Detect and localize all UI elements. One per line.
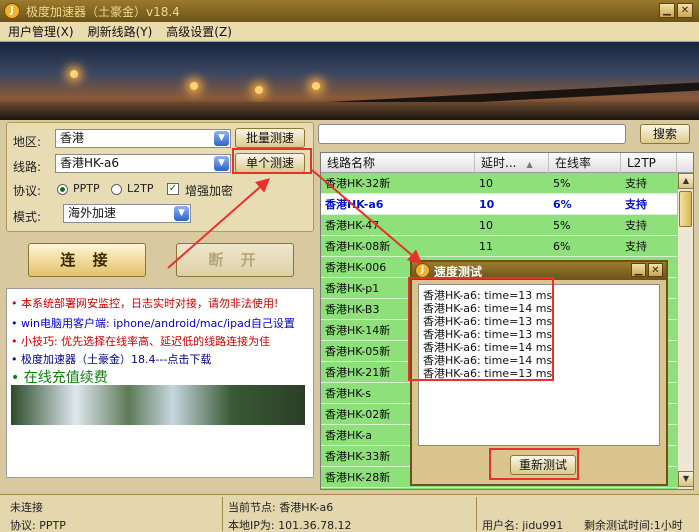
col-l2tp[interactable]: L2TP	[621, 153, 677, 173]
mode-label: 模式:	[13, 210, 42, 224]
pptp-label: PPTP	[73, 182, 100, 195]
window-title: 极度加速器（土豪金）v18.4	[26, 4, 180, 19]
cell-l2tp	[621, 488, 677, 489]
speed-test-dialog: J 速度测试 ▁ ✕ 香港HK-a6: time=13 ms 香港HK-a6: t…	[410, 260, 668, 486]
col-route-name[interactable]: 线路名称	[321, 153, 475, 173]
enhanced-encryption-checkbox[interactable]: ✓	[167, 183, 179, 195]
connection-status: 未连接	[10, 501, 43, 514]
table-row[interactable]: 香港HK-08新 11 6% 支持	[321, 236, 677, 257]
cell-route-name: 香港HK-32新	[325, 177, 391, 190]
menu-advanced-settings[interactable]: 高级设置(Z)	[166, 23, 232, 40]
cell-online-rate: 6%	[553, 198, 572, 211]
app-logo-icon: J	[4, 3, 20, 19]
notice-monitoring: • 本系统部署网安监控，日志实时对接，请勿非法使用!	[11, 297, 279, 310]
cell-online-rate: 5%	[553, 177, 571, 190]
l2tp-label: L2TP	[127, 182, 154, 195]
table-row[interactable]: 香港HK-32新 10 5% 支持	[321, 173, 677, 194]
speed-results-box: 香港HK-a6: time=13 ms 香港HK-a6: time=14 ms 香港…	[418, 284, 660, 446]
table-row[interactable]: 香港HK-a6 10 6% 支持	[321, 194, 677, 215]
disconnect-button[interactable]: 断 开	[176, 243, 294, 277]
cell-route-name: 香港HK-a6	[325, 198, 384, 211]
app-logo-icon: J	[415, 263, 430, 278]
pptp-radio[interactable]	[57, 184, 68, 195]
status-bar: 未连接 协议: PPTP 当前节点: 香港HK-a6 本地IP为: 101.36…	[0, 494, 699, 532]
sort-up-icon: ▲	[526, 160, 533, 169]
cell-latency: 11	[479, 240, 493, 253]
menu-user-manage[interactable]: 用户管理(X)	[8, 23, 74, 40]
status-username: 用户名: jidu991	[482, 519, 564, 532]
notice-panel: • 本系统部署网安监控，日志实时对接，请勿非法使用! • win电脑用客户端: …	[6, 288, 314, 478]
recharge-link[interactable]: • 在线充值续费	[11, 367, 108, 387]
table-header: 线路名称 延时... ▲ 在线率 L2TP	[321, 153, 693, 173]
table-scrollbar[interactable]: ▲ ▼	[677, 173, 693, 489]
route-select[interactable]: 香港HK-a6 ▼	[55, 154, 231, 173]
region-label: 地区:	[13, 135, 42, 149]
connect-button[interactable]: 连 接	[28, 243, 146, 277]
protocol-label: 协议:	[13, 184, 42, 198]
menu-refresh-routes[interactable]: 刷新线路(Y)	[88, 23, 153, 40]
enhanced-encryption-label: 增强加密	[185, 184, 234, 198]
waterfall-ad-image[interactable]	[11, 385, 305, 425]
cell-route-name: 香港HK-47	[325, 219, 380, 232]
cell-l2tp: 支持	[625, 177, 647, 190]
table-row[interactable]: 香港HK-47 10 5% 支持	[321, 215, 677, 236]
region-value: 香港	[60, 131, 85, 145]
cell-latency	[475, 488, 549, 489]
cell-online-rate: 5%	[553, 219, 571, 232]
dropdown-arrow-icon: ▼	[214, 131, 229, 146]
close-button[interactable]: ✕	[677, 3, 693, 18]
mode-value: 海外加速	[68, 206, 117, 220]
col-online-rate[interactable]: 在线率	[549, 153, 621, 173]
status-current-node: 当前节点: 香港HK-a6	[228, 501, 334, 514]
cell-l2tp: 支持	[625, 219, 647, 232]
dropdown-arrow-icon: ▼	[214, 156, 229, 171]
col-latency[interactable]: 延时... ▲	[475, 153, 549, 173]
notice-clients[interactable]: • win电脑用客户端: iphone/android/mac/ipad自己设置	[11, 315, 295, 331]
route-value: 香港HK-a6	[60, 156, 119, 170]
mode-select[interactable]: 海外加速 ▼	[63, 204, 191, 223]
status-remaining-time: 剩余测试时间:1小时	[584, 519, 683, 532]
title-bar: J 极度加速器（土豪金）v18.4 ▁ ✕	[0, 0, 699, 22]
scroll-up-arrow-icon[interactable]: ▲	[678, 173, 693, 189]
region-select[interactable]: 香港 ▼	[55, 129, 231, 148]
retest-button[interactable]: 重新测试	[510, 455, 576, 475]
search-button[interactable]: 搜索	[640, 124, 690, 144]
download-link[interactable]: • 极度加速器（土豪金）18.4---点击下载	[11, 351, 211, 367]
cell-route-name: 香港HK-08新	[325, 240, 391, 253]
status-protocol: 协议: PPTP	[10, 519, 66, 532]
cell-online-rate: 6%	[553, 240, 571, 253]
scroll-down-arrow-icon[interactable]: ▼	[678, 471, 693, 487]
dialog-title-bar: J 速度测试 ▁ ✕	[412, 262, 666, 280]
scroll-thumb[interactable]	[679, 191, 692, 227]
cell-latency: 10	[479, 219, 493, 232]
batch-speed-test-button[interactable]: 批量测速	[235, 128, 305, 148]
dialog-title: 速度测试	[434, 265, 483, 279]
dialog-minimize-button[interactable]: ▁	[631, 263, 646, 277]
dropdown-arrow-icon: ▼	[174, 206, 189, 221]
route-label: 线路:	[13, 160, 42, 174]
cell-latency: 10	[479, 198, 495, 211]
connection-settings-panel: 地区: 香港 ▼ 批量测速 线路: 香港HK-a6 ▼ 单个测速 协议: PPT…	[6, 122, 314, 232]
status-local-ip: 本地IP为: 101.36.78.12	[228, 519, 352, 532]
cell-online-rate	[549, 488, 621, 489]
cell-l2tp: 支持	[625, 240, 647, 253]
minimize-button[interactable]: ▁	[659, 3, 675, 18]
cell-l2tp: 支持	[625, 198, 647, 211]
cell-route-name: 香港HK-b1	[321, 488, 475, 489]
search-input[interactable]	[318, 124, 626, 144]
speed-result-line: 香港HK-a6: time=13 ms	[423, 367, 553, 380]
table-row[interactable]: 香港HK-b1	[321, 488, 677, 489]
notice-tip: • 小技巧: 优先选择在线率高、延迟低的线路连接为佳	[11, 335, 271, 348]
banner-image	[0, 42, 699, 120]
menu-bar: 用户管理(X) 刷新线路(Y) 高级设置(Z)	[0, 22, 699, 42]
l2tp-radio[interactable]	[111, 184, 122, 195]
col-latency-label: 延时...	[481, 156, 517, 170]
single-speed-test-button[interactable]: 单个测速	[235, 153, 305, 173]
dialog-close-button[interactable]: ✕	[648, 263, 663, 277]
cell-latency: 10	[479, 177, 493, 190]
